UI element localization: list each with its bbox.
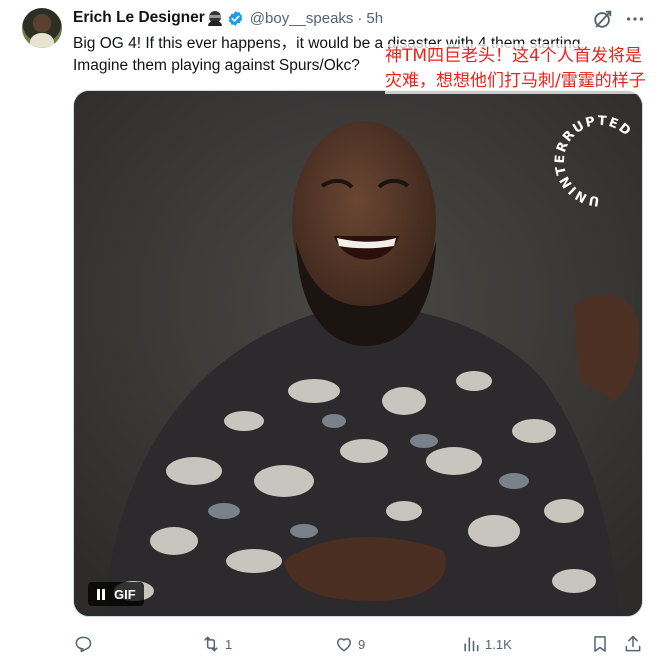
views-icon xyxy=(464,637,479,652)
annotation-overlay: 神TM四巨老头！这4个人首发将是 灾难，想想他们打马刺/雷霆的样子 xyxy=(385,44,669,94)
bookmark-icon xyxy=(594,636,606,652)
bookmark-button[interactable] xyxy=(590,632,610,656)
share-icon xyxy=(625,635,641,652)
gif-label: GIF xyxy=(114,586,136,602)
annotation-line: 灾难，想想他们打马刺/雷霆的样子 xyxy=(385,71,646,91)
verified-badge-icon[interactable] xyxy=(227,10,244,27)
reply-icon xyxy=(75,636,92,653)
timestamp[interactable]: 5h xyxy=(366,10,383,27)
annotation-line: 神TM四巨老头！这4个人首发将是 xyxy=(385,46,642,66)
tweet: Erich Le Designer @boy__speaks · 5h Big … xyxy=(0,0,669,672)
grok-icon[interactable] xyxy=(592,8,614,30)
like-icon xyxy=(337,638,351,652)
pause-icon[interactable] xyxy=(96,588,106,600)
share-button[interactable] xyxy=(623,632,643,656)
gif-media[interactable]: UNINTERRUPTED xyxy=(73,90,643,617)
repost-button[interactable]: 1 xyxy=(201,632,232,656)
like-button[interactable]: 9 xyxy=(334,632,365,656)
avatar[interactable] xyxy=(22,8,62,48)
display-name[interactable]: Erich Le Designer xyxy=(73,9,205,27)
ninja-icon xyxy=(207,10,223,26)
gif-frame-image: UNINTERRUPTED xyxy=(74,91,642,616)
like-count: 9 xyxy=(358,636,366,652)
gif-badge[interactable]: GIF xyxy=(88,582,144,606)
views-button[interactable]: 1.1K xyxy=(461,632,512,656)
repost-count: 1 xyxy=(225,636,233,652)
author-handle[interactable]: @boy__speaks xyxy=(250,10,354,27)
tweet-header: Erich Le Designer @boy__speaks · 5h xyxy=(73,8,383,28)
more-icon[interactable] xyxy=(624,8,646,30)
separator-dot: · xyxy=(357,9,363,27)
views-count: 1.1K xyxy=(485,636,512,652)
repost-icon xyxy=(204,636,218,652)
reply-button[interactable] xyxy=(73,632,93,656)
